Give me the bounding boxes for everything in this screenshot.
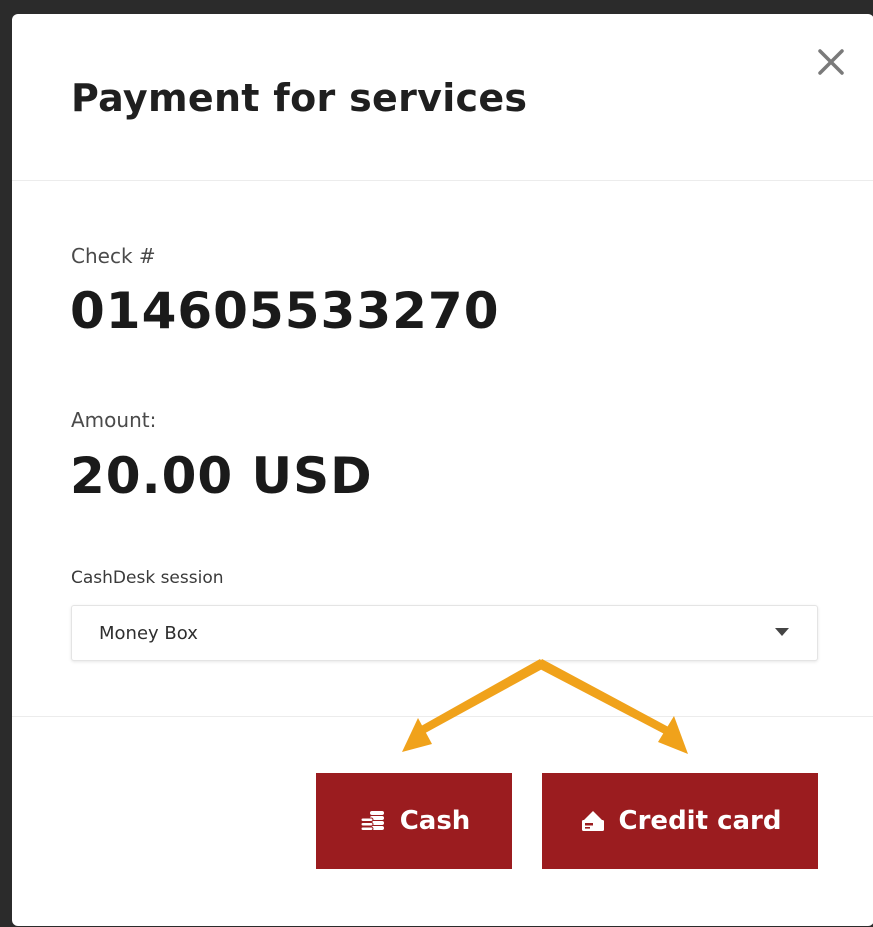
amount-label: Amount: (71, 408, 157, 432)
cashdesk-session-selected-value: Money Box (99, 623, 198, 644)
payment-modal: Payment for services Check # 01460553327… (12, 14, 873, 926)
modal-title: Payment for services (71, 76, 528, 120)
cashdesk-session-select[interactable]: Money Box (71, 605, 818, 661)
chevron-down-icon (775, 628, 789, 636)
pay-cash-button[interactable]: Cash (316, 773, 512, 869)
amount-value: 20.00 USD (70, 447, 373, 505)
coins-stack-icon (358, 810, 388, 832)
pay-credit-card-button[interactable]: Credit card (542, 773, 818, 869)
pay-cash-label: Cash (399, 806, 471, 836)
pay-credit-card-label: Credit card (618, 806, 782, 836)
check-number-value: 014605533270 (70, 282, 500, 340)
check-number-label: Check # (71, 244, 156, 268)
close-button[interactable] (811, 42, 851, 82)
cashdesk-session-label: CashDesk session (71, 568, 224, 588)
modal-header: Payment for services (12, 14, 873, 181)
card-payment-icon (579, 809, 607, 833)
footer-divider (12, 716, 873, 717)
close-icon (818, 49, 844, 75)
